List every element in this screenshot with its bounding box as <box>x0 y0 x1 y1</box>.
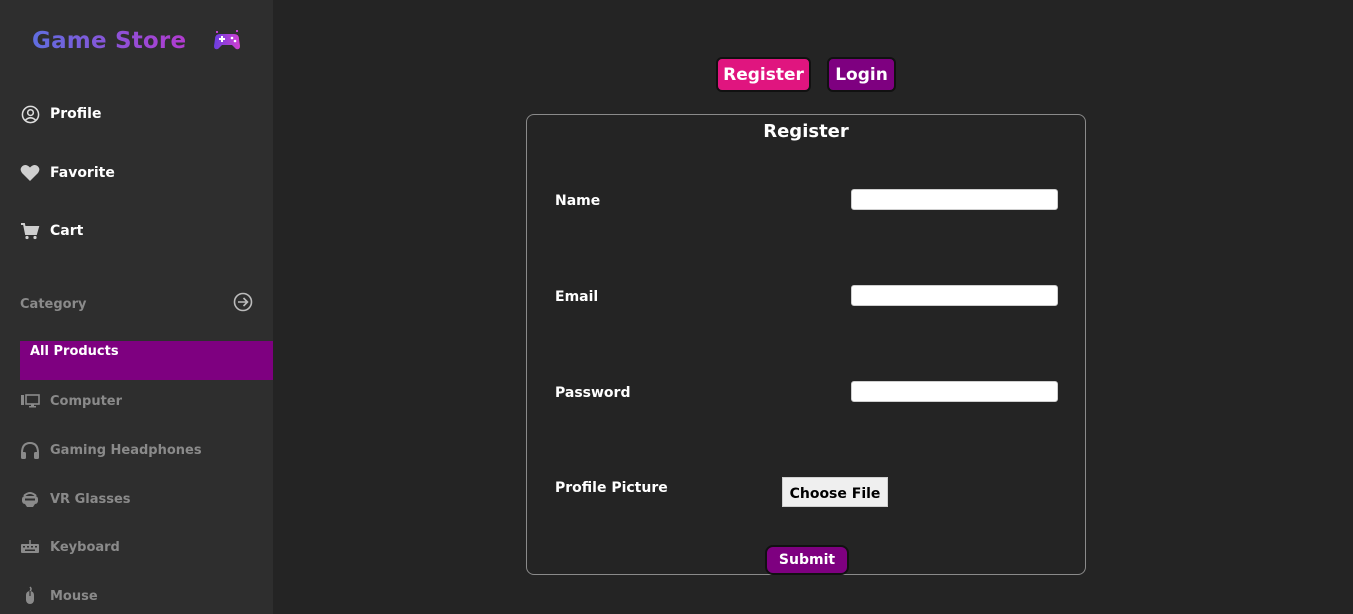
password-input[interactable] <box>851 381 1058 402</box>
category-item-mouse[interactable]: Mouse <box>20 586 98 606</box>
gamepad-icon <box>212 30 242 52</box>
headphones-icon <box>20 440 40 460</box>
email-input[interactable] <box>851 285 1058 306</box>
category-item-computer[interactable]: Computer <box>20 391 122 411</box>
category-item-label: VR Glasses <box>50 491 131 507</box>
register-form: Register Name Email Password Profile Pic… <box>526 114 1086 575</box>
category-item-vr-glasses[interactable]: VR Glasses <box>20 489 131 509</box>
category-item-label: All Products <box>30 344 119 359</box>
sidebar-item-label: Cart <box>50 223 84 239</box>
vr-headset-icon <box>20 489 40 509</box>
user-circle-icon <box>20 104 40 124</box>
submit-button[interactable]: Submit <box>765 545 849 575</box>
category-item-label: Gaming Headphones <box>50 442 202 458</box>
category-item-label: Mouse <box>50 588 98 604</box>
sidebar-item-cart[interactable]: Cart <box>20 221 83 241</box>
category-item-gaming-headphones[interactable]: Gaming Headphones <box>20 440 202 460</box>
name-label: Name <box>555 193 601 209</box>
logo[interactable]: Game Store <box>32 28 242 54</box>
password-label: Password <box>555 385 631 401</box>
choose-file-button[interactable]: Choose File <box>782 477 888 507</box>
tab-register[interactable]: Register <box>716 57 811 92</box>
category-label: Category <box>20 296 87 312</box>
category-item-keyboard[interactable]: Keyboard <box>20 537 120 557</box>
sidebar-item-profile[interactable]: Profile <box>20 104 101 124</box>
profile-picture-label: Profile Picture <box>555 480 668 496</box>
category-item-all-products[interactable]: All Products <box>20 341 273 380</box>
mouse-icon <box>20 586 40 606</box>
category-item-label: Keyboard <box>50 539 120 555</box>
category-header: Category <box>20 292 253 316</box>
monitor-icon <box>20 391 40 411</box>
heart-icon <box>20 163 40 183</box>
arrow-right-circle-icon[interactable] <box>233 292 253 316</box>
cart-icon <box>20 221 40 241</box>
sidebar-item-label: Favorite <box>50 165 115 181</box>
tab-login[interactable]: Login <box>827 57 896 92</box>
sidebar-item-favorite[interactable]: Favorite <box>20 163 115 183</box>
email-label: Email <box>555 289 599 305</box>
app-title: Game Store <box>32 28 187 54</box>
form-title: Register <box>763 121 849 142</box>
category-item-label: Computer <box>50 393 123 409</box>
keyboard-icon <box>20 537 40 557</box>
sidebar-item-label: Profile <box>50 106 102 122</box>
sidebar: Game Store Profile Favorite Cart Categor… <box>0 0 273 614</box>
name-input[interactable] <box>851 189 1058 210</box>
